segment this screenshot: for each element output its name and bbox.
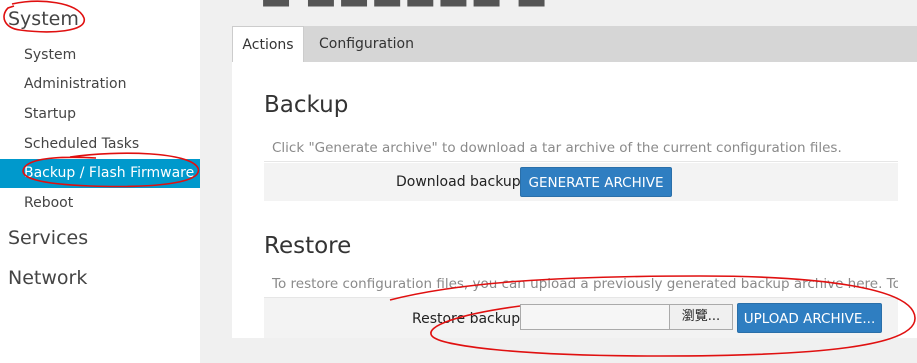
- sidebar-heading-system[interactable]: System: [8, 8, 79, 30]
- sidebar-item-backup-flash-firmware[interactable]: Backup / Flash Firmware: [0, 159, 200, 188]
- sidebar-item-reboot[interactable]: Reboot: [0, 189, 200, 218]
- download-backup-label: Download backup:: [396, 174, 526, 190]
- restore-backup-label: Restore backup:: [412, 311, 525, 327]
- sidebar-item-scheduled-tasks[interactable]: Scheduled Tasks: [0, 130, 200, 159]
- sidebar: System System Administration Startup Sch…: [0, 0, 200, 363]
- sidebar-heading-services[interactable]: Services: [8, 227, 88, 249]
- page-title-cutoff: ▬ ▬▬▬▬▬▬ ▬: [260, 0, 549, 18]
- tab-configuration[interactable]: Configuration: [319, 26, 414, 62]
- tab-bar: Actions Configuration: [232, 26, 917, 62]
- restore-backup-row: Restore backup: 瀏覽... UPLOAD ARCHIVE...: [264, 298, 898, 338]
- restore-title: Restore: [264, 233, 352, 259]
- generate-archive-button[interactable]: GENERATE ARCHIVE: [520, 167, 672, 197]
- restore-description: To restore configuration files, you can …: [264, 270, 898, 298]
- tab-actions[interactable]: Actions: [232, 26, 304, 62]
- browse-button[interactable]: 瀏覽...: [669, 304, 733, 330]
- download-backup-row: Download backup: GENERATE ARCHIVE: [264, 163, 898, 201]
- sidebar-item-startup[interactable]: Startup: [0, 100, 200, 129]
- sidebar-item-administration[interactable]: Administration: [0, 70, 200, 99]
- sidebar-item-system[interactable]: System: [0, 41, 200, 70]
- sidebar-heading-network[interactable]: Network: [8, 267, 87, 289]
- backup-description: Click "Generate archive" to download a t…: [264, 134, 898, 162]
- backup-title: Backup: [264, 92, 349, 118]
- upload-archive-button[interactable]: UPLOAD ARCHIVE...: [737, 303, 882, 333]
- restore-file-input[interactable]: [520, 304, 670, 330]
